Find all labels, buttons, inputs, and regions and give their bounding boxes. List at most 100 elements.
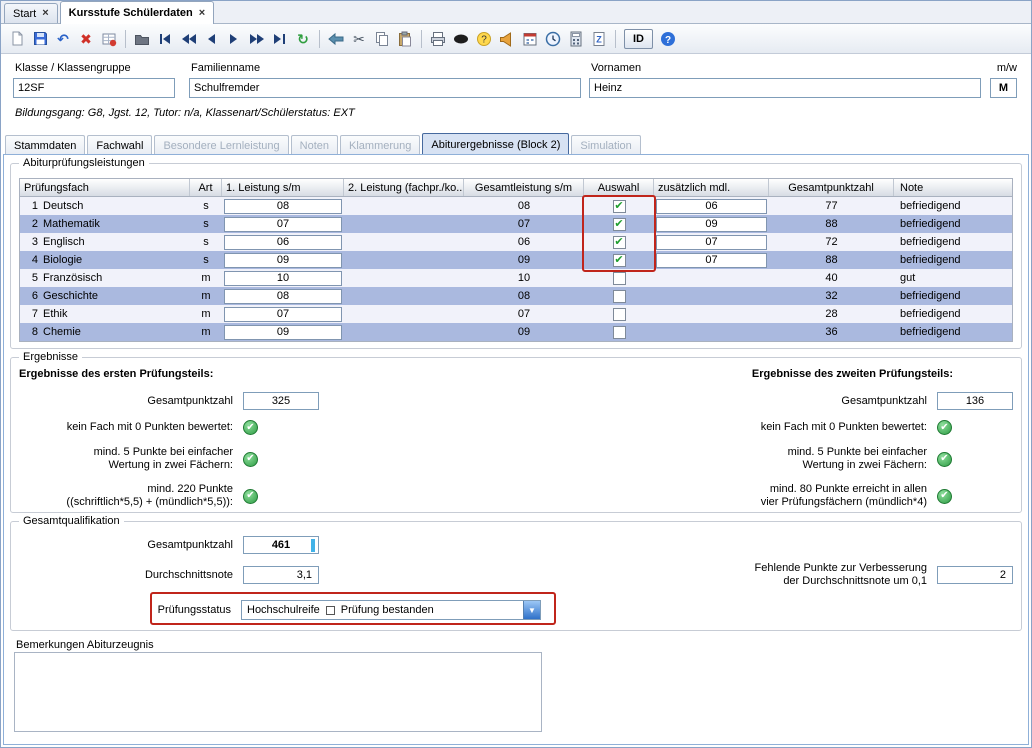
row-number: 3 — [20, 236, 38, 248]
total-points-field[interactable]: 461 — [243, 536, 319, 554]
average-grade-field[interactable]: 3,1 — [243, 566, 319, 584]
close-icon[interactable]: × — [42, 8, 48, 19]
back-arrow-icon[interactable] — [325, 28, 347, 50]
tab-abiturergebnisse-block2[interactable]: Abiturergebnisse (Block 2) — [422, 133, 569, 155]
report-icon[interactable]: Z — [588, 28, 610, 50]
familienname-input[interactable] — [189, 78, 581, 98]
nav-first-icon[interactable] — [154, 28, 176, 50]
bildungsgang-info-line: Bildungsgang: G8, Jgst. 12, Tutor: n/a, … — [15, 107, 355, 119]
hint-icon[interactable]: ? — [473, 28, 495, 50]
delete-icon[interactable]: ✖ — [75, 28, 97, 50]
remarks-label: Bemerkungen Abiturzeugnis — [16, 639, 154, 651]
note-value: gut — [894, 269, 1012, 287]
leistung1-input[interactable]: 06 — [224, 235, 342, 250]
auswahl-checkbox[interactable] — [613, 290, 626, 303]
paste-icon[interactable] — [394, 28, 416, 50]
toolbar-separator — [125, 30, 126, 48]
leistung1-input[interactable]: 07 — [224, 307, 342, 322]
ergebnisse-groupbox: Ergebnisse Ergebnisse des ersten Prüfung… — [10, 357, 1022, 513]
doc-tab-start[interactable]: Start × — [4, 3, 58, 23]
row-number: 6 — [20, 290, 38, 302]
tab-simulation: Simulation — [571, 135, 640, 155]
auswahl-checkbox[interactable] — [613, 272, 626, 285]
tab-klammerung: Klammerung — [340, 135, 420, 155]
close-icon[interactable]: × — [199, 8, 205, 19]
group-title: Ergebnisse — [19, 351, 82, 363]
row-number: 2 — [20, 218, 38, 230]
leistung1-input[interactable]: 08 — [224, 289, 342, 304]
check-label: mind. 5 Punkte bei einfacher Wertung in … — [19, 446, 233, 472]
zusaetzlich-mdl-input[interactable]: 09 — [656, 217, 767, 232]
pruefungsstatus-select[interactable]: Hochschulreife Prüfung bestanden ▼ — [241, 600, 541, 620]
dropdown-arrow-icon[interactable]: ▼ — [523, 601, 540, 619]
edit-record-icon[interactable] — [98, 28, 120, 50]
leistung1-input[interactable]: 08 — [224, 199, 342, 214]
gesamtqualifikation-groupbox: Gesamtqualifikation Gesamtpunktzahl 461 … — [10, 521, 1022, 631]
leistung1-input[interactable]: 09 — [224, 253, 342, 268]
exam-type: s — [190, 197, 222, 215]
doc-tab-kursstufe-schuelerdaten[interactable]: Kursstufe Schülerdaten × — [60, 1, 215, 24]
tab-stammdaten[interactable]: Stammdaten — [5, 135, 85, 155]
klasse-input[interactable] — [13, 78, 175, 98]
zusaetzlich-mdl-input[interactable]: 07 — [656, 235, 767, 250]
tab-fachwahl[interactable]: Fachwahl — [87, 135, 152, 155]
open-folder-icon[interactable] — [131, 28, 153, 50]
new-document-icon[interactable] — [6, 28, 28, 50]
subject-name: Biologie — [43, 254, 82, 266]
auswahl-checkbox[interactable]: ✔ — [613, 236, 626, 249]
undo-icon[interactable]: ↶ — [52, 28, 74, 50]
auswahl-checkbox[interactable]: ✔ — [613, 254, 626, 267]
help-icon[interactable]: ? — [657, 28, 679, 50]
check-label: kein Fach mit 0 Punkten bewertet: — [19, 421, 233, 434]
leistung1-input[interactable]: 09 — [224, 325, 342, 340]
cut-icon[interactable]: ✂ — [348, 28, 370, 50]
auswahl-checkbox[interactable]: ✔ — [613, 200, 626, 213]
nav-last-icon[interactable] — [269, 28, 291, 50]
doc-tab-kursstufe-label: Kursstufe Schülerdaten — [69, 7, 193, 19]
zusaetzlich-mdl-input[interactable]: 07 — [656, 253, 767, 268]
exam-table-row: 6Geschichte m 08 08 32 befriedigend — [20, 287, 1012, 305]
remarks-textarea[interactable] — [14, 652, 542, 732]
auswahl-checkbox[interactable]: ✔ — [613, 218, 626, 231]
id-button[interactable]: ID — [624, 29, 653, 49]
nav-fast-next-icon[interactable] — [246, 28, 268, 50]
leistung2-cell — [344, 251, 464, 269]
mw-input[interactable] — [990, 78, 1017, 98]
announcement-icon[interactable] — [496, 28, 518, 50]
note-value: befriedigend — [894, 251, 1012, 269]
first-part-points-field[interactable]: 325 — [243, 392, 319, 410]
leistung1-input[interactable]: 10 — [224, 271, 342, 286]
auswahl-checkbox[interactable] — [613, 326, 626, 339]
exam-type: m — [190, 269, 222, 287]
calculator-icon[interactable] — [565, 28, 587, 50]
tab-besondere-lernleistung: Besondere Lernleistung — [154, 135, 288, 155]
svg-text:?: ? — [665, 35, 671, 46]
copy-icon[interactable] — [371, 28, 393, 50]
leistung2-cell — [344, 287, 464, 305]
save-icon[interactable] — [29, 28, 51, 50]
leistung1-input[interactable]: 07 — [224, 217, 342, 232]
auswahl-checkbox[interactable] — [613, 308, 626, 321]
planner-icon[interactable] — [519, 28, 541, 50]
exam-table-row: 4Biologie s 09 09 ✔ 07 88 befriedigend — [20, 251, 1012, 269]
group-title: Gesamtqualifikation — [19, 515, 124, 527]
tab-noten: Noten — [291, 135, 338, 155]
status-value-part2: Prüfung bestanden — [341, 604, 434, 616]
nav-prev-icon[interactable] — [200, 28, 222, 50]
second-part-points-field[interactable]: 136 — [937, 392, 1013, 410]
gesamtleistung-value: 07 — [464, 215, 584, 233]
vornamen-input[interactable] — [589, 78, 981, 98]
zusaetzlich-mdl-input[interactable]: 06 — [656, 199, 767, 214]
missing-points-field[interactable]: 2 — [937, 566, 1013, 584]
nav-next-icon[interactable] — [223, 28, 245, 50]
refresh-icon[interactable]: ↻ — [292, 28, 314, 50]
row-number: 5 — [20, 272, 38, 284]
clock-icon[interactable] — [542, 28, 564, 50]
gesamtpunktzahl-value: 88 — [769, 251, 894, 269]
gesamtleistung-value: 07 — [464, 305, 584, 323]
note-value: befriedigend — [894, 305, 1012, 323]
print-icon[interactable] — [427, 28, 449, 50]
nav-fast-prev-icon[interactable] — [177, 28, 199, 50]
klasse-label: Klasse / Klassengruppe — [15, 62, 131, 74]
preview-icon[interactable] — [450, 28, 472, 50]
